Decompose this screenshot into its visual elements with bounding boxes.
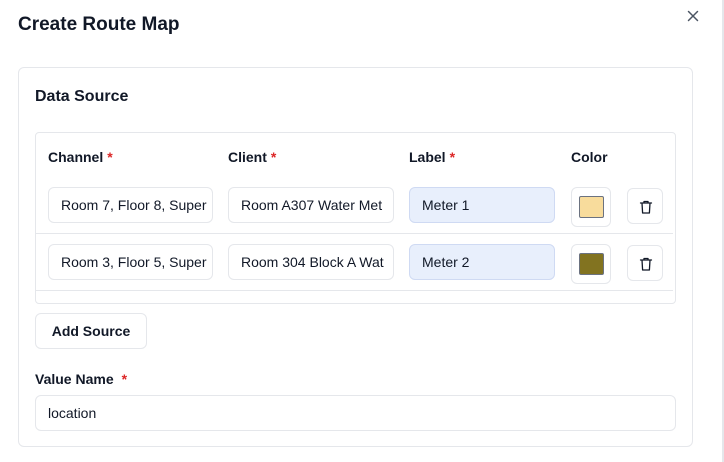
- section-title: Data Source: [35, 88, 129, 105]
- column-header-color: Color: [571, 149, 608, 165]
- color-swatch: [579, 196, 604, 218]
- data-source-panel: Data Source Channel * Client * Label * Colo…: [18, 67, 693, 447]
- column-header-label: Label *: [409, 149, 456, 165]
- column-header-channel: Channel *: [48, 149, 113, 165]
- dialog-title: Create Route Map: [18, 14, 180, 35]
- delete-row-button[interactable]: [627, 245, 663, 281]
- add-source-button[interactable]: Add Source: [35, 313, 147, 349]
- value-name-input[interactable]: location: [35, 395, 676, 431]
- column-header-client: Client *: [228, 149, 277, 165]
- close-icon: [687, 10, 699, 22]
- table-row: Room 3, Floor 5, Super Room 304 Block A …: [36, 244, 675, 301]
- required-marker: *: [121, 371, 128, 387]
- color-picker-button[interactable]: [571, 187, 611, 227]
- delete-row-button[interactable]: [627, 188, 663, 224]
- required-marker: *: [449, 149, 456, 165]
- required-marker: *: [270, 149, 277, 165]
- label-input[interactable]: Meter 1: [409, 187, 555, 223]
- close-button[interactable]: [683, 6, 703, 26]
- trash-icon: [639, 257, 653, 271]
- value-name-label: Value Name *: [35, 371, 128, 387]
- client-input[interactable]: Room A307 Water Met: [228, 187, 394, 223]
- channel-input[interactable]: Room 7, Floor 8, Super: [48, 187, 213, 223]
- client-input[interactable]: Room 304 Block A Wat: [228, 244, 394, 280]
- channel-input[interactable]: Room 3, Floor 5, Super: [48, 244, 213, 280]
- table-row: Room 7, Floor 8, Super Room A307 Water M…: [36, 187, 675, 244]
- row-divider: [36, 233, 673, 234]
- required-marker: *: [107, 149, 113, 165]
- trash-icon: [639, 200, 653, 214]
- color-picker-button[interactable]: [571, 244, 611, 284]
- color-swatch: [579, 253, 604, 275]
- row-divider: [36, 290, 673, 291]
- source-table: Channel * Client * Label * Color Room 7, Fl…: [35, 132, 676, 304]
- label-input[interactable]: Meter 2: [409, 244, 555, 280]
